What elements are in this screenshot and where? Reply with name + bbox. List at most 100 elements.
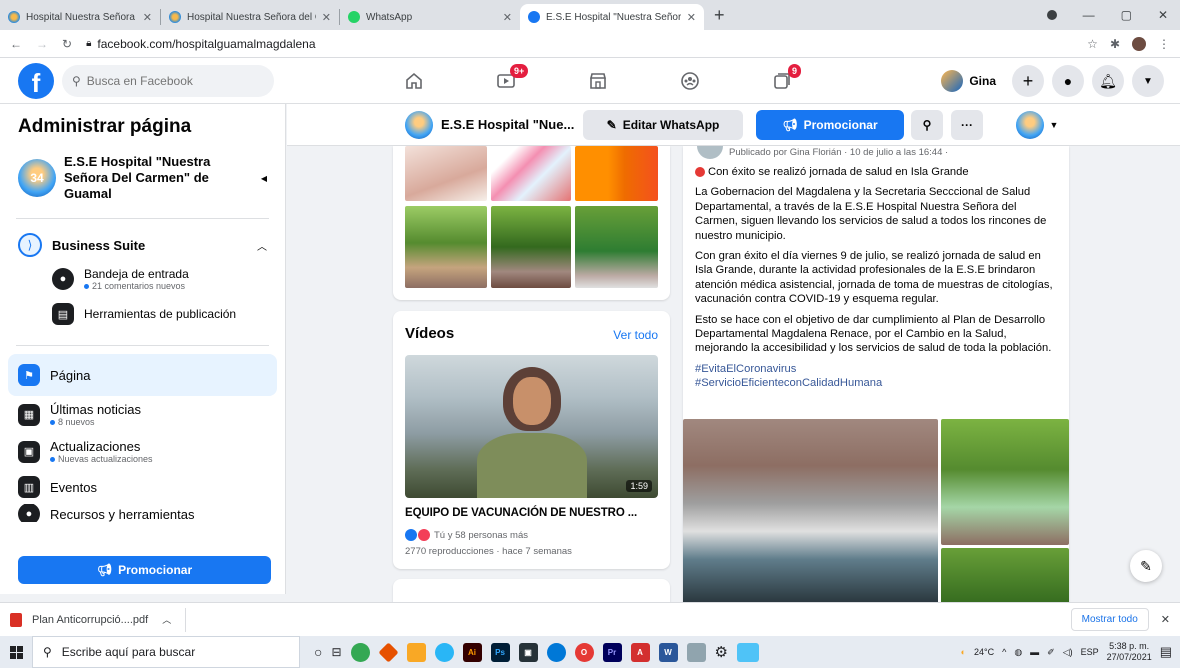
profile-avatar[interactable] [1132, 36, 1146, 51]
messenger-button[interactable]: ● [1052, 65, 1084, 97]
photo-thumbnail[interactable] [405, 146, 487, 201]
more-options-button[interactable]: ··· [951, 110, 983, 140]
close-icon[interactable]: ✕ [1161, 613, 1170, 626]
post-photo[interactable] [941, 419, 1069, 545]
search-input[interactable] [86, 73, 247, 88]
minimize-icon[interactable]: — [1083, 8, 1095, 22]
promote-button[interactable]: 📢︎ Promocionar [18, 556, 271, 584]
nav-watch[interactable]: 9+ [460, 58, 552, 104]
notifications-icon[interactable]: ▤ [1160, 644, 1172, 660]
maximize-icon[interactable]: ▢ [1121, 8, 1132, 22]
back-arrow-icon[interactable]: ← [10, 37, 22, 51]
browser-tab-4-active[interactable]: E.S.E Hospital "Nuestra Señora D ✕ [520, 4, 704, 30]
download-file-name[interactable]: Plan Anticorrupció....pdf [32, 614, 148, 626]
start-button[interactable] [0, 636, 32, 668]
nav-home[interactable] [368, 58, 460, 104]
photoshop-icon[interactable]: Ps [490, 642, 510, 662]
page-switcher[interactable]: ▼ [1011, 110, 1063, 140]
see-all-videos-link[interactable]: Ver todo [613, 328, 658, 342]
photo-thumbnail[interactable] [491, 206, 571, 288]
close-icon[interactable]: ✕ [503, 11, 512, 24]
hashtag-link[interactable]: #ServicioEficienteconCalidadHumana [695, 376, 1055, 391]
forward-arrow-icon[interactable]: → [36, 37, 48, 51]
new-tab-button[interactable]: + [704, 5, 735, 30]
taskbar-search[interactable]: ⚲ Escribe aquí para buscar [32, 636, 300, 668]
video-thumbnail[interactable]: 1:59 [405, 355, 658, 498]
video-title[interactable]: EQUIPO DE VACUNACIÓN DE NUESTRO ... [405, 507, 637, 519]
pen-icon[interactable]: ✐ [1047, 647, 1055, 658]
promote-header-button[interactable]: 📢︎ Promocionar [756, 110, 904, 140]
photo-thumbnail[interactable] [575, 146, 658, 201]
user-profile-chip[interactable]: Gina [937, 66, 1004, 96]
page-title[interactable]: E.S.E Hospital "Nue... [405, 110, 574, 139]
illustrator-icon[interactable]: Ai [462, 642, 482, 662]
chevron-up-icon[interactable]: ^ [1002, 647, 1006, 657]
chrome-app-icon[interactable] [350, 642, 370, 662]
sidebar-item-page[interactable]: ⚑ Página [8, 354, 277, 396]
word-icon[interactable]: W [658, 642, 678, 662]
close-icon[interactable]: ✕ [322, 11, 331, 24]
remote-desktop-icon[interactable] [736, 642, 759, 662]
notifications-button[interactable]: 🔔︎ [1092, 65, 1124, 97]
menu-kebab-icon[interactable]: ⋮ [1158, 37, 1170, 51]
acrobat-icon[interactable]: A [630, 642, 650, 662]
show-all-downloads-button[interactable]: Mostrar todo [1070, 608, 1149, 631]
weather-temp[interactable]: 24°C [974, 647, 994, 657]
battery-icon[interactable]: ▬ [1030, 647, 1039, 657]
url-field[interactable]: 🔒︎ facebook.com/hospitalguamalmagdalena [86, 37, 315, 51]
browser-tab-2[interactable]: Hospital Nuestra Señora del Carme ✕ [161, 4, 339, 30]
sidebar-item-updates[interactable]: ▣ Actualizaciones Nuevas actualizaciones [0, 433, 285, 470]
task-view-icon[interactable]: ⊟ [331, 645, 341, 659]
opera-icon[interactable]: O [574, 642, 594, 662]
nav-groups[interactable] [644, 58, 736, 104]
cortana-icon[interactable]: ○ [314, 644, 322, 660]
create-button[interactable]: + [1012, 65, 1044, 97]
profile-dot-icon[interactable] [1046, 10, 1057, 20]
edge-icon[interactable] [546, 642, 566, 662]
extensions-icon[interactable]: ✱ [1110, 37, 1120, 51]
star-icon[interactable]: ☆ [1087, 37, 1098, 51]
close-icon[interactable]: ✕ [143, 11, 152, 24]
volume-icon[interactable]: ◁) [1063, 647, 1073, 658]
language-indicator[interactable]: ESP [1081, 647, 1099, 657]
post-photo[interactable] [941, 548, 1069, 606]
browser-tab-1[interactable]: Hospital Nuestra Señora del Carme ✕ [0, 4, 160, 30]
new-message-button[interactable]: ✎ [1130, 550, 1162, 582]
search-page-button[interactable]: ⚲ [911, 110, 943, 140]
chevron-up-icon[interactable]: ︿ [257, 238, 267, 253]
post-photo-main[interactable] [683, 419, 938, 606]
page-selector[interactable]: 34 E.S.E Hospital "Nuestra Señora Del Ca… [0, 146, 285, 210]
facebook-search[interactable]: ⚲ [62, 64, 274, 97]
photo-thumbnail[interactable] [405, 206, 487, 288]
nav-marketplace[interactable] [552, 58, 644, 104]
orange-app-icon[interactable] [377, 641, 399, 663]
photo-thumbnail[interactable] [491, 146, 571, 201]
sidebar-item-news[interactable]: ▦ Últimas noticias 8 nuevos [0, 396, 285, 433]
close-icon[interactable]: ✕ [687, 11, 696, 24]
photos-app-icon[interactable] [434, 642, 454, 662]
edit-whatsapp-button[interactable]: ✎ Editar WhatsApp [583, 110, 743, 140]
photo-thumbnail[interactable] [575, 206, 658, 288]
sidebar-item-inbox[interactable]: ● Bandeja de entrada 21 comentarios nuev… [0, 263, 285, 297]
close-window-icon[interactable]: ✕ [1158, 8, 1168, 22]
chevron-up-icon[interactable]: ︿ [162, 613, 171, 626]
caret-down-icon[interactable]: ◀ [261, 174, 267, 183]
paint-icon[interactable] [686, 642, 706, 662]
clock[interactable]: 5:38 p. m. 27/07/2021 [1107, 641, 1152, 663]
sidebar-item-resources[interactable]: ● Recursos y herramientas [0, 504, 285, 522]
account-menu-button[interactable]: ▼ [1132, 65, 1164, 97]
browser-tab-3[interactable]: WhatsApp ✕ [340, 4, 520, 30]
facebook-logo-icon[interactable]: f [18, 62, 54, 99]
store-app-icon[interactable]: ▣ [518, 642, 538, 662]
settings-gear-icon[interactable]: ⚙ [715, 643, 728, 661]
sidebar-item-business-suite[interactable]: ⟩ Business Suite ︿ [0, 227, 285, 263]
hashtag-link[interactable]: #EvitaElCoronavirus [695, 362, 1055, 377]
nav-gaming[interactable]: 9 [736, 58, 828, 104]
sidebar-item-publishing-tools[interactable]: ▤ Herramientas de publicación [0, 297, 285, 331]
premiere-icon[interactable]: Pr [602, 642, 622, 662]
file-explorer-icon[interactable] [406, 642, 426, 662]
sidebar-item-events[interactable]: ▥ Eventos [0, 470, 285, 504]
reload-icon[interactable]: ↻ [62, 37, 72, 51]
video-reactions[interactable]: Tú y 58 personas más [405, 529, 528, 541]
network-icon[interactable]: ◍ [1014, 647, 1022, 658]
